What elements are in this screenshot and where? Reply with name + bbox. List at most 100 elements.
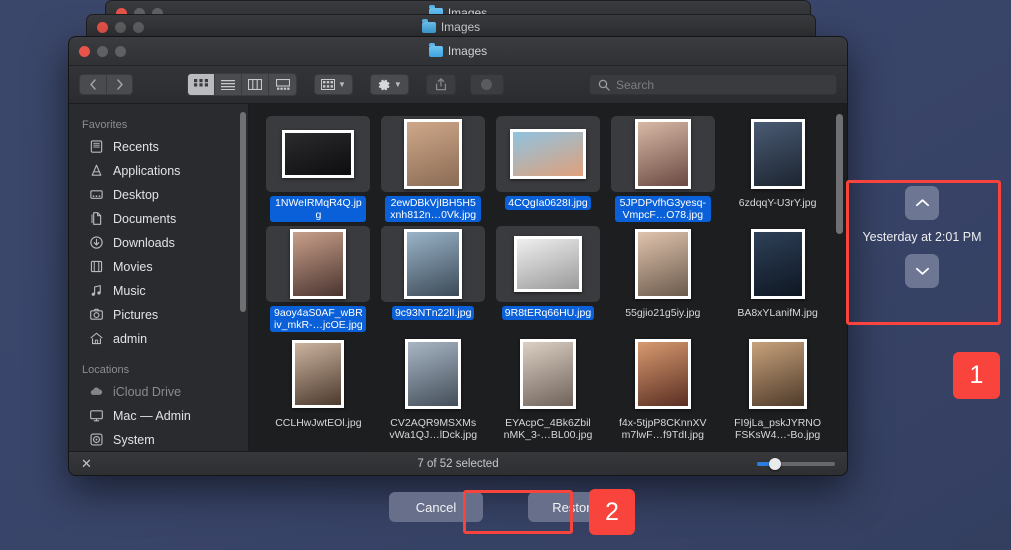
file-name-label[interactable]: FI9jLa_pskJYRNOFSKsW4…-Bo.jpg (730, 416, 826, 442)
file-name-label[interactable]: BA8xYLanifM.jpg (734, 306, 821, 320)
file-name-label[interactable]: 55gjio21g5iy.jpg (622, 306, 703, 320)
file-thumbnail-container[interactable] (266, 226, 371, 302)
file-name-label[interactable]: CCLHwJwtEOl.jpg (272, 416, 364, 430)
tag-button[interactable] (469, 74, 504, 95)
file-item[interactable]: 55gjio21g5iy.jpg (607, 226, 718, 332)
thumbnail-image (637, 122, 688, 186)
file-name-label[interactable]: 6zdqqY-U3rY.jpg (736, 196, 820, 210)
file-item[interactable]: 9aoy4aS0AF_wBRiv_mkR-…jcOE.jpg (263, 226, 374, 332)
file-item[interactable]: 9c93NTn22lI.jpg (378, 226, 489, 332)
sidebar-item-applications[interactable]: Applications (69, 159, 248, 183)
forward-button[interactable] (106, 74, 133, 95)
file-thumbnail-container[interactable] (381, 226, 486, 302)
zoom-button[interactable] (133, 21, 144, 33)
grid-icon (194, 79, 208, 87)
search-input[interactable] (616, 77, 828, 92)
minimize-button[interactable] (97, 45, 108, 57)
file-item[interactable]: CV2AQR9MSXMsvWa1QJ…lDck.jpg (378, 336, 489, 442)
close-button[interactable] (97, 21, 108, 33)
file-area-scrollbar[interactable] (836, 114, 843, 234)
traffic-lights[interactable] (69, 45, 126, 57)
sidebar-item-icloud-drive[interactable]: iCloud Drive (69, 380, 248, 404)
file-grid: 1NWeIRMqR4Q.jpg 2ewDBkVjIBH5H5xnh812n…0Vk… (249, 104, 847, 451)
finder-window[interactable]: Images ▼ ▼ Search Favorites Recents Appl… (68, 36, 848, 476)
icon-view-button[interactable] (188, 74, 215, 95)
file-thumbnail-container[interactable] (611, 336, 715, 412)
file-thumbnail-container[interactable] (726, 336, 830, 412)
file-thumbnail (509, 129, 586, 179)
file-name-label[interactable]: 9R8tERq66HU.jpg (501, 306, 595, 320)
file-thumbnail-container[interactable] (495, 116, 600, 192)
file-item[interactable]: FI9jLa_pskJYRNOFSKsW4…-Bo.jpg (722, 336, 833, 442)
file-item[interactable]: BA8xYLanifM.jpg (722, 226, 833, 332)
icon-size-slider[interactable] (757, 457, 835, 470)
file-name-label[interactable]: CV2AQR9MSXMsvWa1QJ…lDck.jpg (385, 416, 481, 442)
close-x-icon[interactable]: ✕ (81, 457, 92, 470)
close-button[interactable] (79, 45, 90, 57)
file-name-label[interactable]: f4x-5tjpP8CKnnXVm7lwF…f9TdI.jpg (615, 416, 711, 442)
file-thumbnail (405, 339, 462, 409)
sidebar-item-label: Mac — Admin (113, 409, 191, 423)
file-item[interactable]: f4x-5tjpP8CKnnXVm7lwF…f9TdI.jpg (607, 336, 718, 442)
sidebar-item-downloads[interactable]: Downloads (69, 231, 248, 255)
file-item[interactable]: 4CQgIa0628I.jpg (493, 116, 604, 222)
file-grid-area[interactable]: 1NWeIRMqR4Q.jpg 2ewDBkVjIBH5H5xnh812n…0Vk… (249, 104, 847, 451)
zoom-button[interactable] (115, 45, 126, 57)
file-name-label[interactable]: 4CQgIa0628I.jpg (505, 196, 591, 210)
sidebar-item-mac-admin[interactable]: Mac — Admin (69, 404, 248, 428)
file-name-label[interactable]: 9c93NTn22lI.jpg (391, 306, 475, 320)
file-item[interactable]: 5JPDPvfhG3yesq-VmpcF…O78.jpg (607, 116, 718, 222)
share-button[interactable] (425, 74, 456, 95)
sidebar-item-movies[interactable]: Movies (69, 255, 248, 279)
gallery-view-button[interactable] (269, 74, 296, 95)
file-name-label[interactable]: 5JPDPvfhG3yesq-VmpcF…O78.jpg (614, 196, 711, 222)
sidebar-item-recents[interactable]: Recents (69, 135, 248, 159)
file-item[interactable]: CCLHwJwtEOl.jpg (263, 336, 374, 442)
sidebar-item-system[interactable]: System (69, 428, 248, 451)
sidebar-item-desktop[interactable]: Desktop (69, 183, 248, 207)
action-menu-button[interactable]: ▼ (369, 74, 409, 95)
file-thumbnail-container[interactable] (726, 116, 830, 192)
folder-icon (421, 18, 436, 33)
file-thumbnail-container[interactable] (381, 336, 485, 412)
file-thumbnail-container[interactable] (266, 116, 371, 192)
file-name-label[interactable]: EYAcpC_4Bk6ZbilnMK_3-…BL00.jpg (500, 416, 596, 442)
file-name-label[interactable]: 1NWeIRMqR4Q.jpg (270, 196, 367, 222)
minimize-button[interactable] (115, 21, 126, 33)
file-item[interactable]: 2ewDBkVjIBH5H5xnh812n…0Vk.jpg (378, 116, 489, 222)
file-thumbnail-container[interactable] (495, 226, 600, 302)
sidebar-section-header-locations: Locations (82, 364, 130, 376)
file-thumbnail-container[interactable] (726, 226, 830, 302)
file-thumbnail-container[interactable] (610, 116, 715, 192)
sidebar-item-label: Pictures (113, 308, 159, 322)
column-view-button[interactable] (242, 74, 269, 95)
sidebar-scrollbar[interactable] (240, 112, 246, 312)
file-thumbnail-container[interactable] (496, 336, 600, 412)
file-item[interactable]: 9R8tERq66HU.jpg (493, 226, 604, 332)
annotation-badge-1: 1 (953, 352, 1000, 399)
file-name-label[interactable]: 2ewDBkVjIBH5H5xnh812n…0Vk.jpg (385, 196, 482, 222)
sidebar-item-label: admin (113, 332, 148, 346)
annotation-badge-2: 2 (589, 489, 635, 535)
sidebar-item-music[interactable]: Music (69, 279, 248, 303)
file-thumbnail-container[interactable] (266, 336, 370, 412)
file-name-label[interactable]: 9aoy4aS0AF_wBRiv_mkR-…jcOE.jpg (270, 306, 367, 332)
slider-knob[interactable] (769, 457, 781, 470)
file-thumbnail-container[interactable] (381, 116, 486, 192)
file-item[interactable]: 1NWeIRMqR4Q.jpg (263, 116, 374, 222)
sidebar-item-admin[interactable]: admin (69, 327, 248, 351)
badge-number: 2 (605, 497, 619, 526)
list-view-button[interactable] (215, 74, 242, 95)
sidebar-item-documents[interactable]: Documents (69, 207, 248, 231)
file-thumbnail-container[interactable] (611, 226, 715, 302)
traffic-lights[interactable] (87, 21, 144, 33)
recents-icon (89, 139, 105, 155)
sidebar[interactable]: Favorites Recents Applications Desktop D… (69, 104, 249, 451)
search-field[interactable] (589, 74, 837, 95)
sidebar-item-pictures[interactable]: Pictures (69, 303, 248, 327)
file-item[interactable]: 6zdqqY-U3rY.jpg (722, 116, 833, 222)
window-titlebar: Images (69, 37, 847, 66)
file-item[interactable]: EYAcpC_4Bk6ZbilnMK_3-…BL00.jpg (493, 336, 604, 442)
back-button[interactable] (79, 74, 106, 95)
group-by-button[interactable]: ▼ (314, 74, 353, 95)
